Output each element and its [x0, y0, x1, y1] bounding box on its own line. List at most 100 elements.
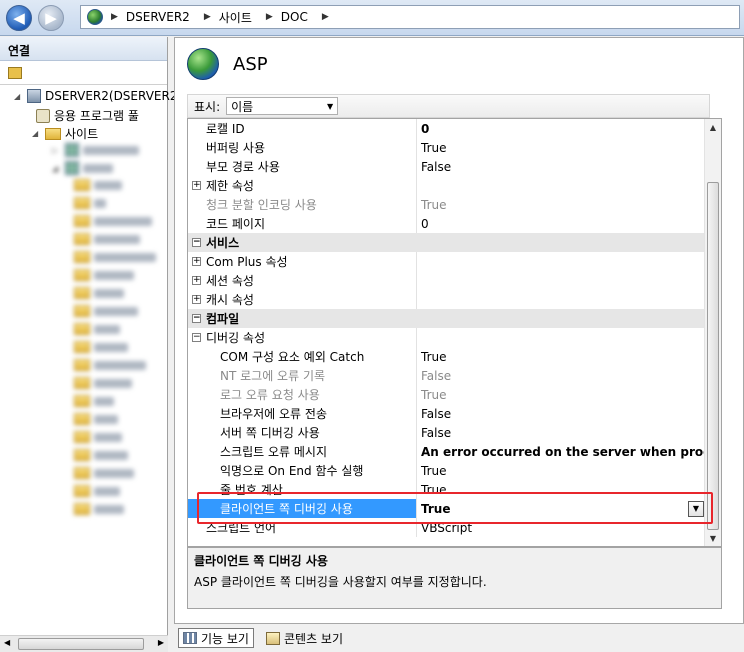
scroll-thumb[interactable]: [707, 182, 719, 530]
expand-icon[interactable]: +: [192, 181, 201, 190]
collapse-icon[interactable]: ◢: [14, 92, 24, 101]
tree-node-folder[interactable]: [74, 305, 138, 317]
property-value: False: [421, 425, 452, 440]
scroll-down-icon[interactable]: ▼: [705, 530, 721, 546]
property-value: 0: [421, 121, 430, 136]
collapse-icon[interactable]: −: [192, 333, 201, 342]
connections-toolbar: [0, 61, 167, 85]
expand-icon[interactable]: +: [192, 276, 201, 285]
property-row[interactable]: 익명으로 On End 함수 실행 True: [188, 461, 706, 480]
property-row[interactable]: 로그 오류 요청 사용 True: [188, 385, 706, 404]
property-name: 세션 속성: [206, 274, 254, 288]
tree-node-folder[interactable]: [74, 377, 132, 389]
page-header: ASP: [187, 48, 268, 80]
property-row[interactable]: + 세션 속성: [188, 271, 706, 290]
connections-hscrollbar[interactable]: ◀ ▶: [0, 635, 168, 652]
back-button[interactable]: ◀: [6, 5, 32, 31]
property-row[interactable]: 버퍼링 사용 True: [188, 138, 706, 157]
tree-node-server[interactable]: ◢ DSERVER2(DSERVER2: [14, 89, 177, 103]
tree-node-folder[interactable]: [74, 449, 128, 461]
property-name: 서버 쪽 디버깅 사용: [220, 426, 320, 440]
features-view-tab[interactable]: 기능 보기: [178, 628, 254, 648]
content-view-icon: [265, 631, 280, 645]
collapse-icon[interactable]: −: [192, 238, 201, 247]
expand-icon[interactable]: +: [192, 295, 201, 304]
tree-node-folder[interactable]: [74, 179, 122, 191]
tree-node-folder[interactable]: [74, 251, 156, 263]
tree-node-folder[interactable]: [74, 215, 152, 227]
tree-node-folder[interactable]: [74, 269, 134, 281]
sites-folder-icon: [45, 127, 61, 140]
tree-node-folder[interactable]: [74, 413, 118, 425]
breadcrumb[interactable]: ▶ DSERVER2 ▶ 사이트 ▶ DOC ▶: [80, 5, 740, 29]
tree-node-folder[interactable]: [74, 287, 124, 299]
content-view-tab[interactable]: 콘텐츠 보기: [262, 628, 347, 648]
display-filter-bar: 표시: 이름 ▼: [187, 94, 710, 118]
property-row[interactable]: 부모 경로 사용 False: [188, 157, 706, 176]
property-name: 디버깅 속성: [206, 331, 266, 345]
tree-node-site-doc[interactable]: ◢: [52, 161, 113, 175]
tree-node-folder[interactable]: [74, 485, 120, 497]
forward-button[interactable]: ▶: [38, 5, 64, 31]
scroll-left-icon[interactable]: ◀: [4, 638, 10, 647]
property-grid-scrollbar[interactable]: ▲ ▼: [704, 119, 721, 546]
tree-node-folder[interactable]: [74, 395, 114, 407]
scroll-up-icon[interactable]: ▲: [705, 119, 721, 135]
category-row[interactable]: − 서비스: [188, 233, 706, 252]
property-row[interactable]: COM 구성 요소 예외 Catch True: [188, 347, 706, 366]
property-row[interactable]: + Com Plus 속성: [188, 252, 706, 271]
tree-node-folder[interactable]: [74, 431, 122, 443]
property-row[interactable]: + 제한 속성: [188, 176, 706, 195]
breadcrumb-item-server[interactable]: ▶ DSERVER2: [111, 10, 196, 24]
tree-node-sites[interactable]: ◢ 사이트: [32, 125, 98, 142]
expand-icon[interactable]: +: [192, 257, 201, 266]
property-row[interactable]: NT 로그에 오류 기록 False: [188, 366, 706, 385]
property-name: 부모 경로 사용: [206, 160, 280, 174]
collapse-icon[interactable]: −: [192, 314, 201, 323]
property-name: 버퍼링 사용: [206, 141, 266, 155]
asp-globe-icon: [187, 48, 219, 80]
property-name: 익명으로 On End 함수 실행: [220, 464, 364, 478]
breadcrumb-item-doc[interactable]: ▶ DOC: [266, 10, 314, 24]
category-row[interactable]: − 컴파일: [188, 309, 706, 328]
page-title: ASP: [233, 53, 268, 75]
display-select[interactable]: 이름 ▼: [226, 97, 339, 115]
property-value: False: [421, 159, 452, 174]
property-row[interactable]: 코드 페이지 0: [188, 214, 706, 233]
property-row[interactable]: 청크 분할 인코딩 사용 True: [188, 195, 706, 214]
property-row[interactable]: 스크립트 오류 메시지 An error occurred on the serv…: [188, 442, 706, 461]
scroll-thumb[interactable]: [18, 638, 144, 650]
property-name: 코드 페이지: [206, 217, 266, 231]
tree-node-folder[interactable]: [74, 341, 128, 353]
collapse-icon[interactable]: ◢: [32, 129, 42, 138]
tree-node-folder[interactable]: [74, 359, 146, 371]
iis-globe-icon: [87, 9, 103, 25]
tree-node-folder[interactable]: [74, 503, 124, 515]
tree-node-app-pools[interactable]: 응용 프로그램 풀: [36, 107, 139, 124]
app-pool-icon: [36, 108, 50, 123]
property-row[interactable]: − 디버깅 속성: [188, 328, 706, 347]
connect-icon[interactable]: [8, 66, 22, 79]
tree-node-site[interactable]: ▷: [52, 143, 139, 157]
property-row[interactable]: 서버 쪽 디버깅 사용 False: [188, 423, 706, 442]
chevron-down-icon: ▼: [326, 101, 334, 111]
breadcrumb-chevron[interactable]: ▶: [322, 12, 337, 22]
property-name: 브라우저에 오류 전송: [220, 407, 327, 421]
property-row[interactable]: 브라우저에 오류 전송 False: [188, 404, 706, 423]
description-panel: 클라이언트 쪽 디버깅 사용 ASP 클라이언트 쪽 디버깅을 사용할지 여부를…: [187, 547, 722, 609]
display-label: 표시:: [194, 99, 221, 114]
tree-node-folder[interactable]: [74, 233, 140, 245]
property-row[interactable]: 로캘 ID 0: [188, 119, 706, 138]
property-name: 로그 오류 요청 사용: [220, 388, 320, 402]
tree-node-folder[interactable]: [74, 467, 134, 479]
tree-node-folder[interactable]: [74, 197, 106, 209]
tree-node-folder[interactable]: [74, 323, 120, 335]
scroll-right-icon[interactable]: ▶: [158, 638, 164, 647]
server-icon: [27, 89, 41, 103]
breadcrumb-item-sites[interactable]: ▶ 사이트: [204, 9, 258, 26]
property-row[interactable]: + 캐시 속성: [188, 290, 706, 309]
forward-arrow-icon: ▶: [45, 9, 57, 27]
description-title: 클라이언트 쪽 디버깅 사용: [194, 554, 328, 568]
property-name: 청크 분할 인코딩 사용: [206, 198, 317, 212]
property-value: True: [421, 349, 447, 364]
